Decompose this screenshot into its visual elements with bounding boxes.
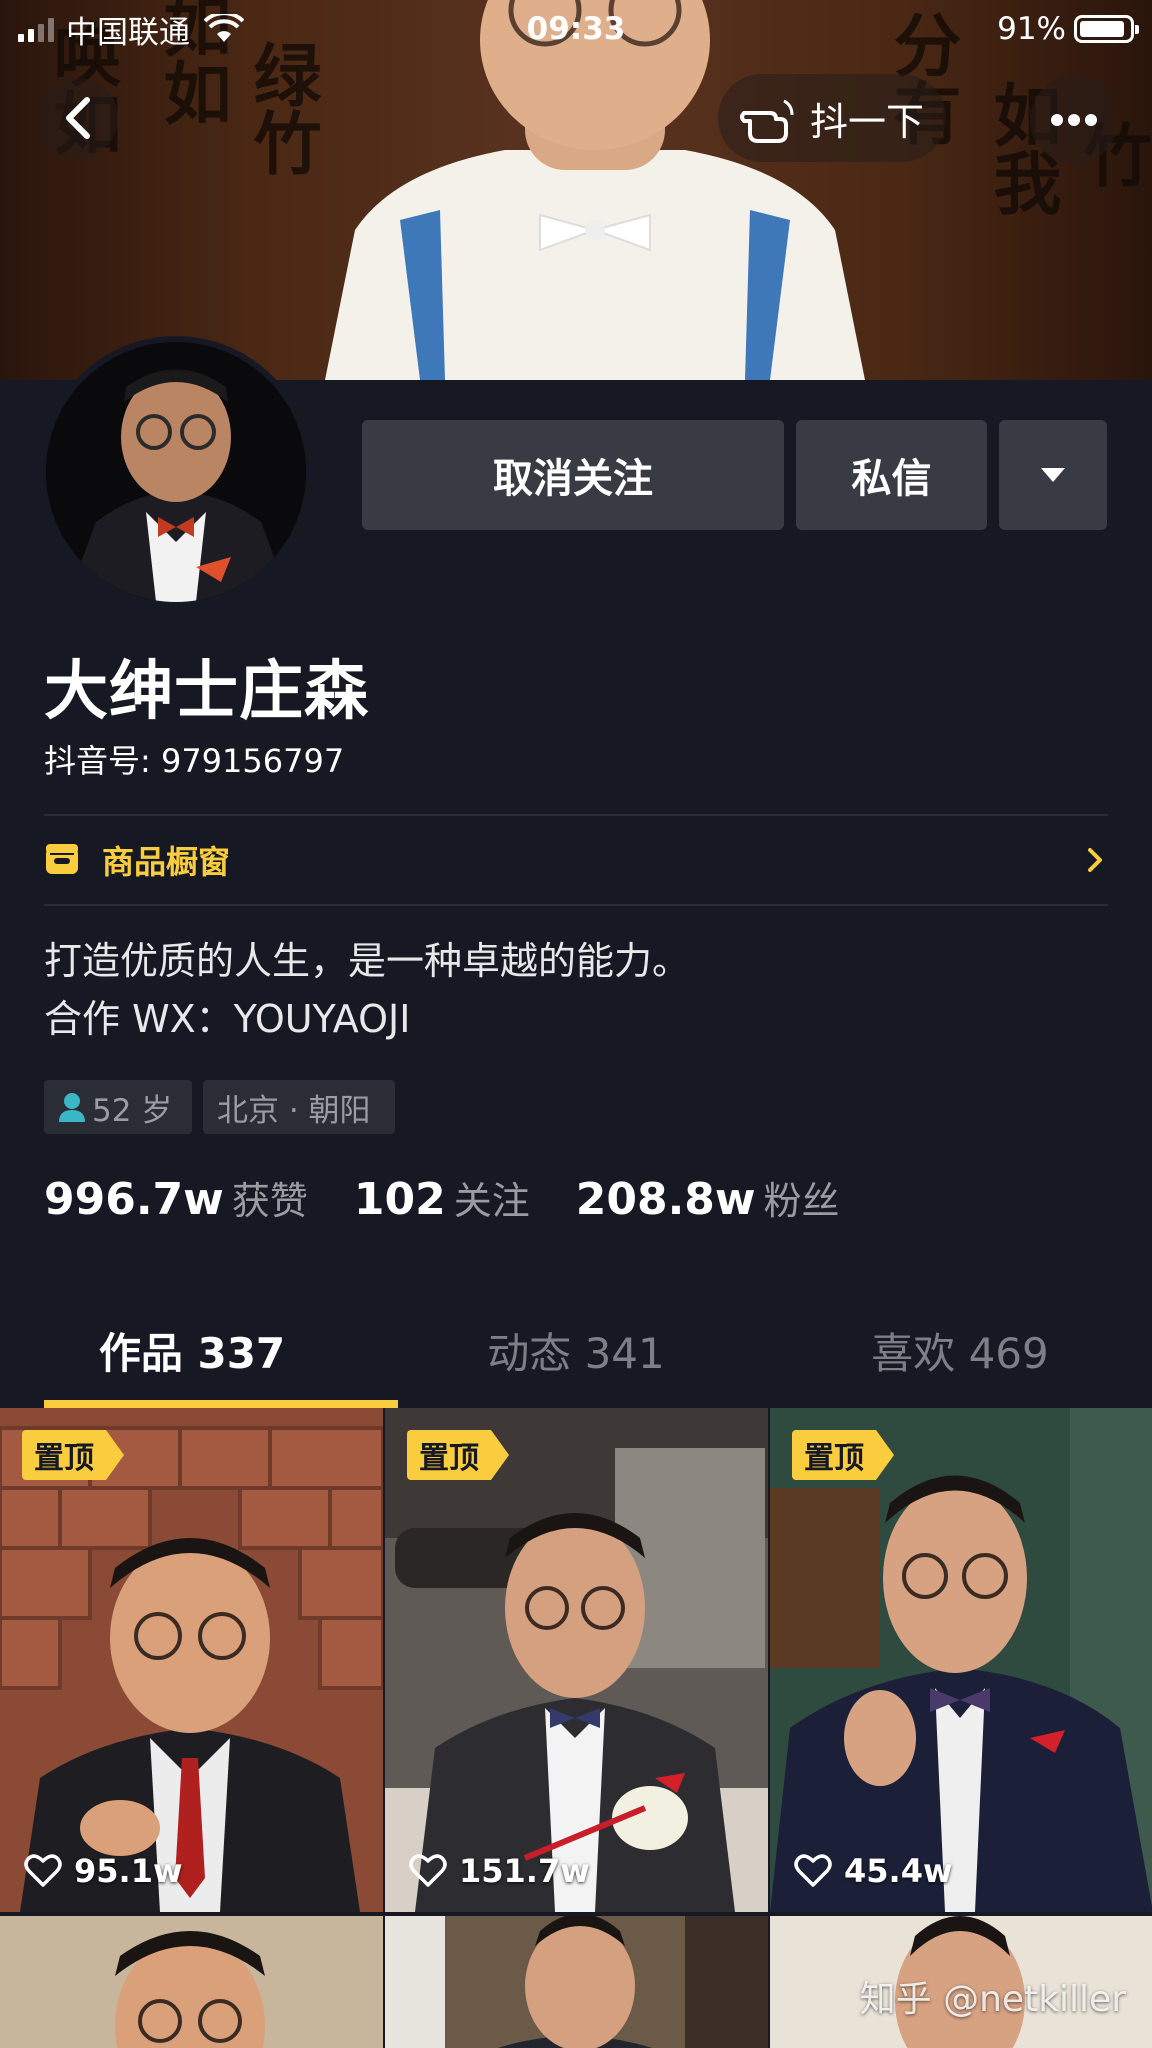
chevron-right-icon <box>1088 848 1102 872</box>
followers-label: 粉丝 <box>763 1179 840 1223</box>
avatar[interactable] <box>40 336 312 608</box>
following-count[interactable]: 102 <box>354 1174 446 1225</box>
pinned-badge: 置顶 <box>792 1430 894 1480</box>
clock: 09:33 <box>526 11 626 47</box>
unfollow-button[interactable]: 取消关注 <box>362 420 784 530</box>
chevron-left-icon <box>66 97 90 139</box>
age-tag-label: 52 岁 <box>92 1092 173 1129</box>
video-like-count-value: 151.7w <box>459 1852 590 1890</box>
tab-activity[interactable]: 动态 341 <box>384 1300 768 1408</box>
video-cover-image <box>385 1916 768 2048</box>
caret-down-icon <box>1041 468 1065 482</box>
avatar-photo <box>46 342 306 602</box>
pinned-badge: 置顶 <box>22 1430 124 1480</box>
following-label: 关注 <box>453 1179 530 1223</box>
video-like-count-value: 95.1w <box>74 1852 183 1890</box>
video-like-count: 45.4w <box>794 1852 953 1890</box>
watermark-text: 知乎 @netkiller <box>859 1979 1126 2020</box>
message-button[interactable]: 私信 <box>796 420 987 530</box>
heart-outline-icon <box>409 1854 447 1887</box>
video-thumbnail[interactable]: 置顶 151.7w <box>385 1408 768 1912</box>
back-button[interactable] <box>38 78 118 158</box>
recommend-dropdown-button[interactable] <box>999 420 1107 530</box>
pinned-badge: 置顶 <box>407 1430 509 1480</box>
location-tag: 北京 · 朝阳 <box>203 1080 395 1134</box>
tab-works[interactable]: 作品 337 <box>0 1300 384 1408</box>
battery-icon <box>1074 15 1139 43</box>
tab-likes[interactable]: 喜欢 469 <box>768 1300 1152 1408</box>
video-grid: 置顶 95.1w 置顶 151.7w 置顶 45.4w <box>0 1408 1152 2048</box>
heart-outline-icon <box>24 1854 62 1887</box>
video-cover-image <box>770 1408 1152 1912</box>
video-cover-image <box>0 1916 383 2048</box>
profile-bio: 打造优质的人生，是一种卓越的能力。 合作 WX：YOUYAOJI <box>44 939 691 1041</box>
video-like-count-value: 45.4w <box>844 1852 953 1890</box>
video-like-count: 151.7w <box>409 1852 590 1890</box>
more-dots-icon <box>1051 114 1097 126</box>
likes-label: 获赞 <box>231 1179 308 1223</box>
active-tab-indicator <box>44 1400 398 1408</box>
video-cover-image <box>385 1408 768 1912</box>
video-like-count: 95.1w <box>24 1852 183 1890</box>
shake-button[interactable]: 抖一下 <box>718 74 946 162</box>
pointing-hand-icon <box>739 99 794 143</box>
shop-window-row[interactable]: 商品橱窗 <box>44 816 1108 904</box>
divider <box>44 904 1108 906</box>
cover-calligraphy: 绿竹 <box>241 40 321 176</box>
shop-window-label: 商品橱窗 <box>102 843 231 881</box>
profile-stats: 996.7w 获赞 102 关注 208.8w 粉丝 <box>44 1170 886 1225</box>
shake-button-label: 抖一下 <box>809 99 924 144</box>
more-options-button[interactable] <box>1030 76 1118 164</box>
heart-outline-icon <box>794 1854 832 1887</box>
douyin-id: 抖音号: 979156797 <box>44 742 345 780</box>
person-icon <box>59 1093 85 1122</box>
video-thumbnail[interactable]: 置顶 45.4w <box>770 1408 1152 1912</box>
video-thumbnail[interactable] <box>0 1916 383 2048</box>
video-cover-image <box>0 1408 383 1912</box>
shop-icon <box>46 844 78 874</box>
video-thumbnail[interactable]: 置顶 95.1w <box>0 1408 383 1912</box>
location-tag-label: 北京 · 朝阳 <box>217 1092 371 1129</box>
video-thumbnail[interactable] <box>385 1916 768 2048</box>
profile-tabs: 作品 337 动态 341 喜欢 469 <box>0 1300 1152 1408</box>
likes-count[interactable]: 996.7w <box>44 1174 224 1225</box>
age-tag: 52 岁 <box>44 1080 192 1134</box>
followers-count[interactable]: 208.8w <box>576 1174 756 1225</box>
status-bar: 中国联通 09:33 91% <box>0 0 1152 58</box>
profile-nickname: 大绅士庄森 <box>44 655 369 729</box>
